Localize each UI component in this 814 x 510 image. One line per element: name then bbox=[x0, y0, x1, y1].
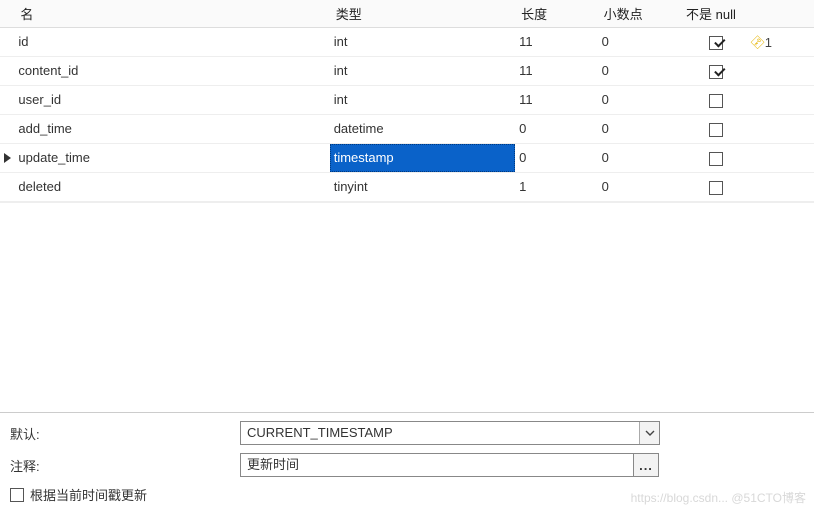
row-indicator bbox=[0, 28, 14, 57]
cell-length[interactable]: 0 bbox=[515, 115, 597, 144]
cell-decimals[interactable]: 0 bbox=[598, 57, 680, 86]
row-indicator bbox=[0, 57, 14, 86]
cell-key[interactable] bbox=[752, 57, 814, 86]
header-key bbox=[752, 0, 814, 28]
table-row[interactable]: content_idint110 bbox=[0, 57, 814, 86]
not-null-checkbox[interactable] bbox=[709, 94, 723, 108]
field-properties-pane: 默认: CURRENT_TIMESTAMP 注释: 更新时间 ... 根据当前时… bbox=[0, 412, 814, 510]
columns-header-row: 名 类型 长度 小数点 不是 null bbox=[0, 0, 814, 28]
cell-name[interactable]: content_id bbox=[14, 57, 329, 86]
cell-type[interactable]: tinyint bbox=[330, 173, 515, 202]
row-indicator bbox=[0, 144, 14, 173]
cell-decimals[interactable]: 0 bbox=[598, 144, 680, 173]
cell-name[interactable]: user_id bbox=[14, 86, 329, 115]
comment-row: 注释: 更新时间 ... bbox=[10, 453, 804, 477]
header-decimals[interactable]: 小数点 bbox=[598, 0, 680, 28]
not-null-checkbox[interactable] bbox=[709, 123, 723, 137]
row-indicator bbox=[0, 115, 14, 144]
cell-key[interactable] bbox=[752, 173, 814, 202]
cell-not-null[interactable] bbox=[680, 86, 752, 115]
not-null-checkbox[interactable] bbox=[709, 152, 723, 166]
not-null-checkbox[interactable] bbox=[709, 65, 723, 79]
comment-input[interactable]: 更新时间 bbox=[240, 453, 634, 477]
cell-decimals[interactable]: 0 bbox=[598, 115, 680, 144]
on-update-label: 根据当前时间戳更新 bbox=[30, 485, 147, 504]
comment-more-button[interactable]: ... bbox=[633, 453, 659, 477]
cell-type[interactable]: int bbox=[330, 57, 515, 86]
key-index: 1 bbox=[765, 35, 772, 50]
cell-decimals[interactable]: 0 bbox=[598, 28, 680, 57]
comment-label: 注释: bbox=[10, 456, 240, 475]
cell-type[interactable]: timestamp bbox=[330, 144, 515, 173]
cell-type[interactable]: datetime bbox=[330, 115, 515, 144]
table-row[interactable]: deletedtinyint10 bbox=[0, 173, 814, 202]
row-indicator bbox=[0, 86, 14, 115]
table-row[interactable]: idint110 ⚿1 bbox=[0, 28, 814, 57]
cell-key[interactable] bbox=[752, 144, 814, 173]
cell-type[interactable]: int bbox=[330, 28, 515, 57]
chevron-down-icon[interactable] bbox=[639, 422, 659, 444]
cell-length[interactable]: 11 bbox=[515, 28, 597, 57]
table-empty-area[interactable] bbox=[0, 202, 814, 412]
table-row[interactable]: add_timedatetime00 bbox=[0, 115, 814, 144]
cell-key[interactable] bbox=[752, 115, 814, 144]
not-null-checkbox[interactable] bbox=[709, 181, 723, 195]
cell-decimals[interactable]: 0 bbox=[598, 173, 680, 202]
row-indicator bbox=[0, 173, 14, 202]
cell-name[interactable]: update_time bbox=[14, 144, 329, 173]
table-row[interactable]: update_timetimestamp00 bbox=[0, 144, 814, 173]
default-value-text[interactable]: CURRENT_TIMESTAMP bbox=[241, 422, 639, 444]
cell-type[interactable]: int bbox=[330, 86, 515, 115]
cell-not-null[interactable] bbox=[680, 173, 752, 202]
cell-not-null[interactable] bbox=[680, 57, 752, 86]
default-value-dropdown[interactable]: CURRENT_TIMESTAMP bbox=[240, 421, 660, 445]
columns-table[interactable]: 名 类型 长度 小数点 不是 null idint110⚿1content_id… bbox=[0, 0, 814, 202]
header-not-null[interactable]: 不是 null bbox=[680, 0, 752, 28]
on-update-checkbox[interactable] bbox=[10, 488, 24, 502]
not-null-checkbox[interactable] bbox=[709, 36, 723, 50]
cell-name[interactable]: id bbox=[14, 28, 329, 57]
default-row: 默认: CURRENT_TIMESTAMP bbox=[10, 421, 804, 445]
cell-length[interactable]: 11 bbox=[515, 57, 597, 86]
cell-length[interactable]: 0 bbox=[515, 144, 597, 173]
cell-not-null[interactable] bbox=[680, 144, 752, 173]
cell-key[interactable] bbox=[752, 86, 814, 115]
cell-length[interactable]: 1 bbox=[515, 173, 597, 202]
on-update-row[interactable]: 根据当前时间戳更新 bbox=[10, 485, 804, 504]
header-indicator bbox=[0, 0, 14, 28]
cell-name[interactable]: add_time bbox=[14, 115, 329, 144]
cell-decimals[interactable]: 0 bbox=[598, 86, 680, 115]
cell-not-null[interactable] bbox=[680, 28, 752, 57]
default-label: 默认: bbox=[10, 424, 240, 443]
current-row-icon bbox=[4, 153, 11, 163]
cell-not-null[interactable] bbox=[680, 115, 752, 144]
cell-name[interactable]: deleted bbox=[14, 173, 329, 202]
header-type[interactable]: 类型 bbox=[330, 0, 515, 28]
cell-length[interactable]: 11 bbox=[515, 86, 597, 115]
cell-key[interactable]: ⚿1 bbox=[752, 28, 814, 57]
header-name[interactable]: 名 bbox=[14, 0, 329, 28]
header-length[interactable]: 长度 bbox=[515, 0, 597, 28]
table-row[interactable]: user_idint110 bbox=[0, 86, 814, 115]
